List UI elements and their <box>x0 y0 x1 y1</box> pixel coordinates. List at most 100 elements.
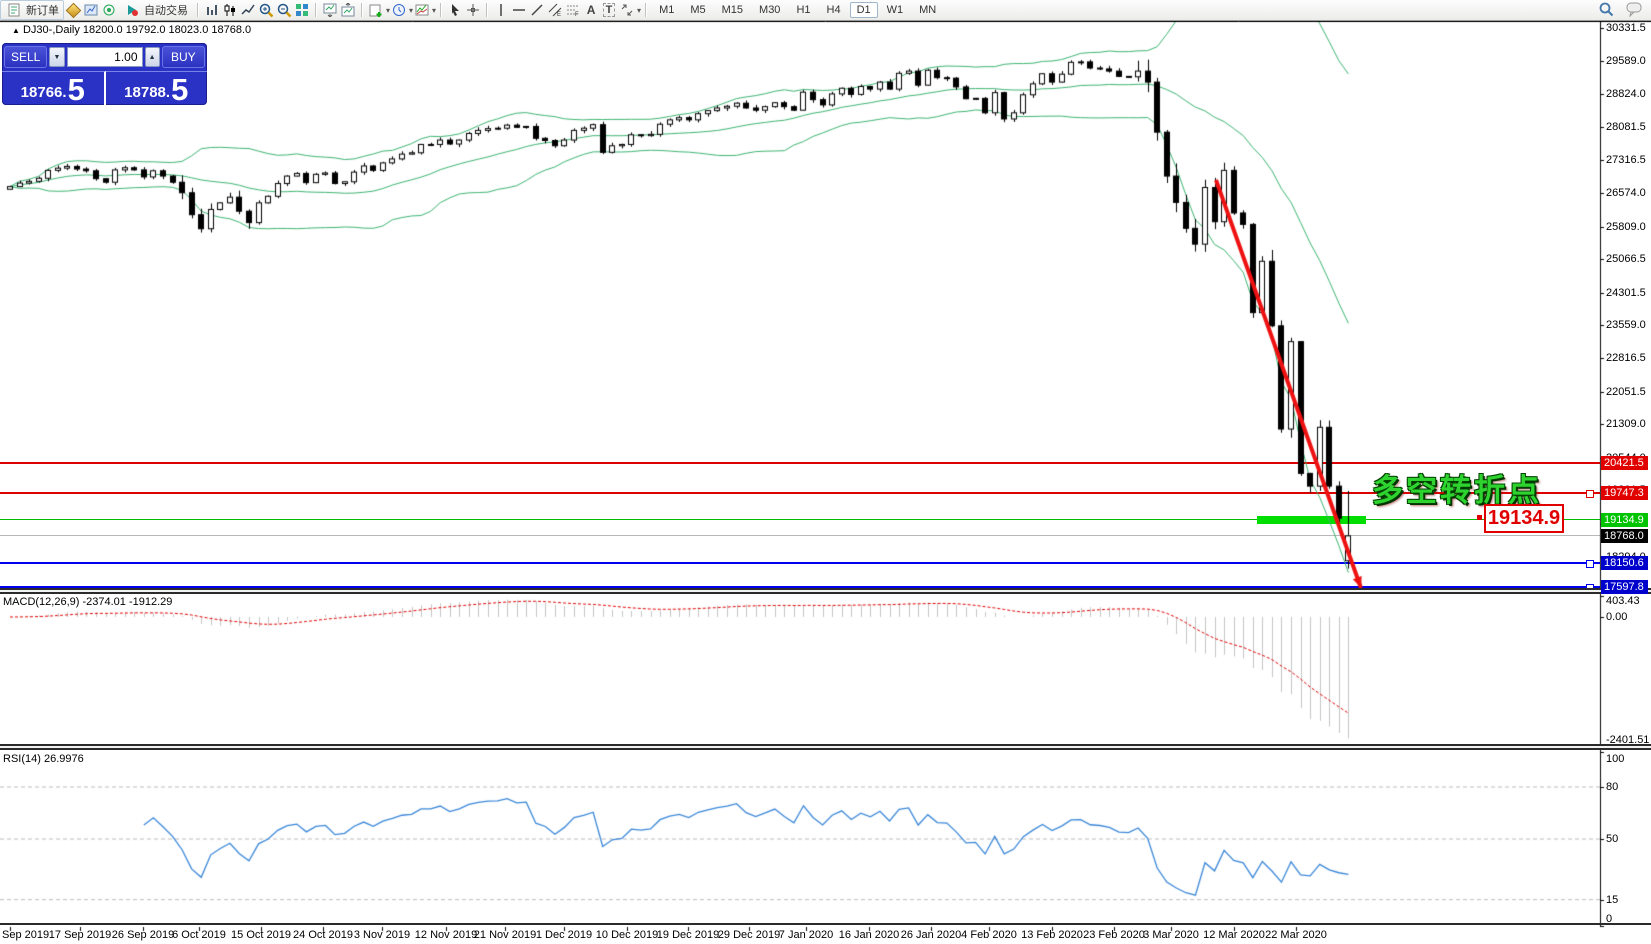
market-watch-icon[interactable] <box>64 2 82 18</box>
text-tool-icon[interactable]: A <box>582 2 600 18</box>
volume-input[interactable] <box>67 47 143 67</box>
new-chart-icon[interactable] <box>367 2 385 18</box>
timeframe-button-d1[interactable]: D1 <box>850 2 878 18</box>
buy-button[interactable]: BUY <box>162 46 205 68</box>
autotrading-button[interactable]: 自动交易 <box>118 0 193 20</box>
arrows-tool-icon[interactable] <box>618 2 636 18</box>
chart-symbol-period: DJ30-,Daily <box>23 24 80 36</box>
timeframe-button-m1[interactable]: M1 <box>652 2 681 18</box>
trendline-tool-icon[interactable] <box>528 2 546 18</box>
symbol-marker-icon: ▲ <box>12 26 20 35</box>
vertical-line-tool-icon[interactable] <box>492 2 510 18</box>
price-axis-tag-18150.6: 18150.6 <box>1601 556 1648 570</box>
date-axis-label: 13 Feb 2020 <box>1021 929 1083 941</box>
crosshair-icon[interactable] <box>464 2 482 18</box>
volume-increase-button[interactable]: ▲ <box>145 47 160 67</box>
svg-text:F: F <box>575 12 579 17</box>
price-hline-handle[interactable] <box>1586 560 1594 568</box>
price-axis-tick: 27316.5 <box>1606 154 1650 166</box>
search-icon[interactable] <box>1597 1 1615 17</box>
date-axis-label: 3 Nov 2019 <box>354 929 410 941</box>
zoom-out-icon[interactable] <box>275 2 293 18</box>
sell-price[interactable]: 18766. 5 <box>2 71 106 105</box>
candlestick-chart-icon[interactable] <box>221 2 239 18</box>
date-axis-label: 17 Sep 2019 <box>49 929 111 941</box>
template-icon[interactable] <box>413 2 431 18</box>
toolbar-separator <box>486 3 488 17</box>
period-clock-icon[interactable] <box>390 2 408 18</box>
date-axis-label: 12 Nov 2019 <box>415 929 477 941</box>
price-axis-tick: 30331.5 <box>1606 22 1650 34</box>
macd-indicator-label: MACD(12,26,9) -2374.01 -1912.29 <box>3 596 172 608</box>
timeframe-button-mn[interactable]: MN <box>912 2 943 18</box>
bar-chart-icon[interactable] <box>203 2 221 18</box>
cursor-icon[interactable] <box>446 2 464 18</box>
price-axis-tag-20421.5: 20421.5 <box>1601 456 1648 470</box>
template-dropdown[interactable]: ▾ <box>432 6 436 15</box>
macd-axis-tick: 403.43 <box>1606 595 1650 607</box>
buy-price[interactable]: 18788. 5 <box>106 71 208 105</box>
sell-button[interactable]: SELL <box>4 46 47 68</box>
new-order-label: 新订单 <box>26 2 59 18</box>
price-axis-tick: 29589.0 <box>1606 55 1650 67</box>
price-axis-tag-19134.9: 19134.9 <box>1601 513 1648 527</box>
trade-panel-prices: 18766. 5 18788. 5 <box>2 71 207 105</box>
horizontal-line-tool-icon[interactable] <box>510 2 528 18</box>
price-callout-box[interactable]: 19134.9 <box>1484 504 1564 533</box>
price-axis-tick: 26574.0 <box>1606 187 1650 199</box>
autotrading-icon <box>123 2 141 18</box>
date-axis-label: 24 Oct 2019 <box>293 929 353 941</box>
date-axis-label: 23 Feb 2020 <box>1083 929 1145 941</box>
price-axis-tag-19747.3: 19747.3 <box>1601 486 1648 500</box>
toolbar-separator <box>315 3 317 17</box>
macd-pane-separator[interactable] <box>0 588 1651 594</box>
date-axis-label: 7 Jan 2020 <box>779 929 833 941</box>
toolbar-right-icons <box>1597 1 1643 17</box>
fibonacci-tool-icon[interactable]: F <box>564 2 582 18</box>
toolbar-separator <box>197 3 199 17</box>
signals-icon[interactable] <box>100 2 118 18</box>
date-axis-label: 26 Jan 2020 <box>901 929 962 941</box>
price-callout-handle[interactable] <box>1477 515 1482 520</box>
toolbar-separator <box>440 3 442 17</box>
date-axis-label: 6 Oct 2019 <box>172 929 226 941</box>
zoom-in-icon[interactable] <box>257 2 275 18</box>
price-axis-tick: 23559.0 <box>1606 319 1650 331</box>
volume-decrease-button[interactable]: ▼ <box>49 47 64 67</box>
price-axis-tick: 24301.5 <box>1606 287 1650 299</box>
chat-icon[interactable] <box>1625 1 1643 17</box>
arrows-dropdown[interactable]: ▾ <box>637 6 641 15</box>
timeframe-button-m5[interactable]: M5 <box>683 2 712 18</box>
channel-tool-icon[interactable]: E <box>546 2 564 18</box>
date-axis-label: 12 Mar 2020 <box>1203 929 1265 941</box>
timeframe-button-w1[interactable]: W1 <box>880 2 911 18</box>
price-axis-tick: 25809.0 <box>1606 221 1650 233</box>
new-order-button[interactable]: 新订单 <box>0 0 64 20</box>
date-axis-label: 26 Sep 2019 <box>112 929 174 941</box>
rsi-axis-tick: 80 <box>1606 781 1650 793</box>
tile-windows-icon[interactable] <box>293 2 311 18</box>
line-chart-icon[interactable] <box>239 2 257 18</box>
text-label-tool-icon[interactable]: T <box>600 2 618 18</box>
remove-indicator-window-icon[interactable] <box>339 2 357 18</box>
timeframe-buttons: M1M5M15M30H1H4D1W1MN <box>651 2 944 18</box>
timeframe-button-m15[interactable]: M15 <box>715 2 750 18</box>
date-axis-label: 15 Oct 2019 <box>231 929 291 941</box>
date-axis-label: 3 Mar 2020 <box>1143 929 1199 941</box>
rsi-axis-tick: 100 <box>1606 753 1650 765</box>
timeframe-button-h1[interactable]: H1 <box>789 2 817 18</box>
date-axis-label: 19 Dec 2019 <box>657 929 719 941</box>
toolbar-separator <box>361 3 363 17</box>
price-axis-tick: 25066.5 <box>1606 253 1650 265</box>
rsi-pane-separator[interactable] <box>0 744 1651 750</box>
price-hline-handle[interactable] <box>1586 490 1594 498</box>
date-axis-label: 29 Dec 2019 <box>718 929 780 941</box>
price-axis-tick: 21309.0 <box>1606 418 1650 430</box>
add-indicator-window-icon[interactable] <box>321 2 339 18</box>
profile-icon[interactable] <box>82 2 100 18</box>
price-axis-tag-17597.8: 17597.8 <box>1601 580 1648 594</box>
date-axis-label: 21 Nov 2019 <box>474 929 536 941</box>
timeframe-button-h4[interactable]: H4 <box>820 2 848 18</box>
price-axis-tick: 28824.0 <box>1606 88 1650 100</box>
timeframe-button-m30[interactable]: M30 <box>752 2 787 18</box>
